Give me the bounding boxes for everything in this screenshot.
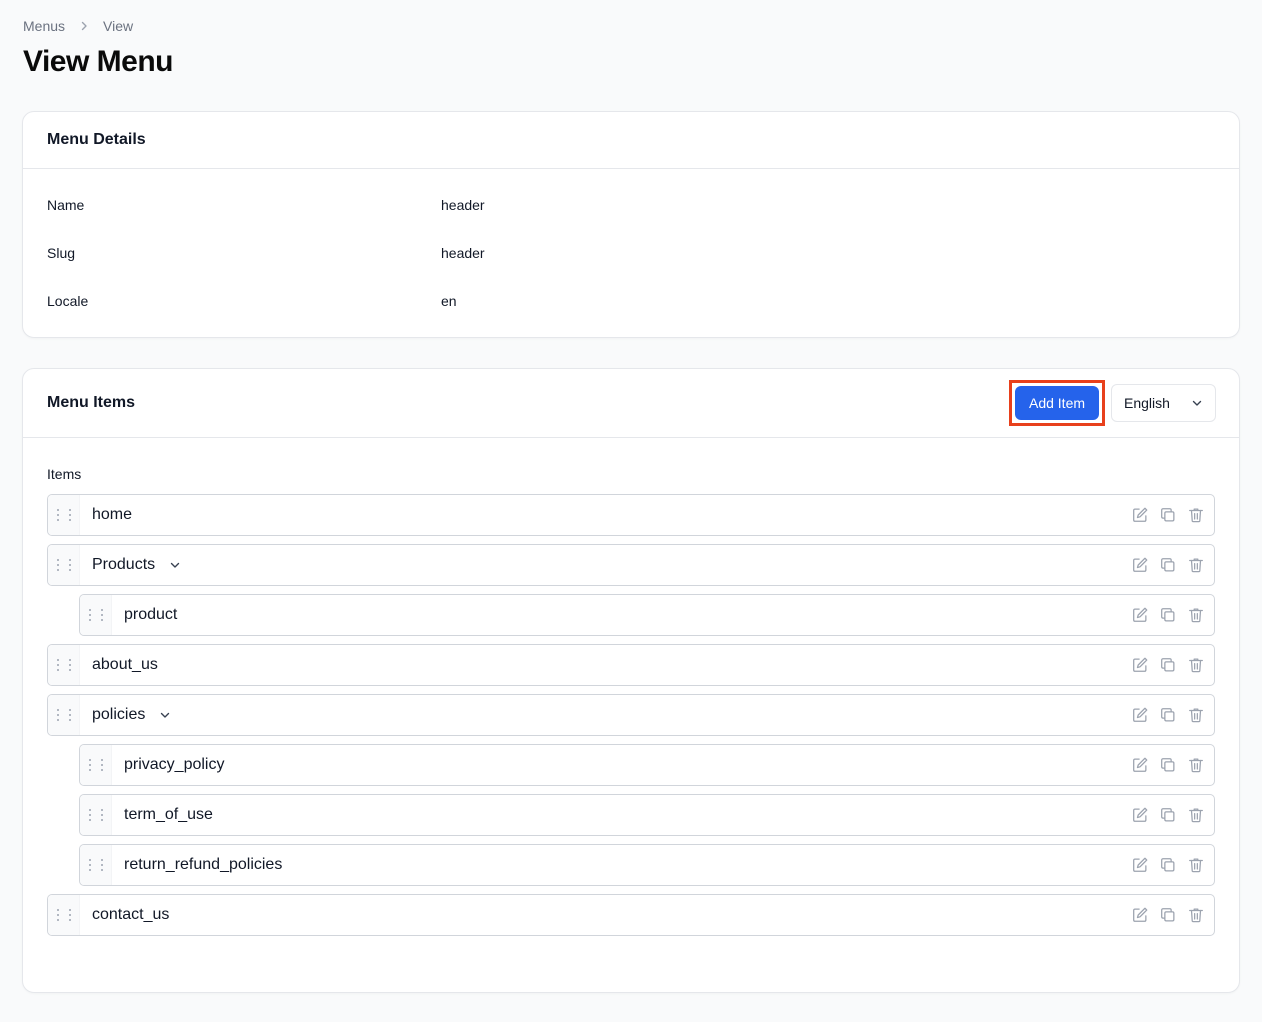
detail-row-locale: Locale en bbox=[47, 291, 1215, 311]
detail-label: Name bbox=[47, 197, 85, 213]
page-title: View Menu bbox=[23, 45, 173, 78]
duplicate-icon[interactable] bbox=[1158, 505, 1178, 525]
menu-item-actions bbox=[1130, 645, 1206, 685]
menu-item-row[interactable]: contact_us bbox=[47, 894, 1215, 936]
duplicate-icon[interactable] bbox=[1158, 905, 1178, 925]
breadcrumb: Menus View bbox=[23, 17, 133, 35]
detail-label: Locale bbox=[47, 293, 89, 309]
menu-item-label: privacy_policy bbox=[124, 756, 225, 773]
drag-handle-icon[interactable] bbox=[80, 595, 112, 635]
detail-value: header bbox=[441, 197, 485, 213]
duplicate-icon[interactable] bbox=[1158, 855, 1178, 875]
edit-icon[interactable] bbox=[1130, 805, 1150, 825]
menu-item-label: home bbox=[92, 506, 133, 523]
menu-details-card: Menu Details Name header Slug header Loc… bbox=[22, 111, 1240, 338]
menu-details-header: Menu Details bbox=[23, 112, 1239, 169]
language-select-value: English bbox=[1124, 395, 1170, 411]
menu-items-header: Menu Items Add Item English bbox=[23, 369, 1239, 438]
delete-icon[interactable] bbox=[1186, 705, 1206, 725]
drag-handle-icon[interactable] bbox=[80, 795, 112, 835]
edit-icon[interactable] bbox=[1130, 505, 1150, 525]
delete-icon[interactable] bbox=[1186, 755, 1206, 775]
edit-icon[interactable] bbox=[1130, 655, 1150, 675]
detail-value: header bbox=[441, 245, 485, 261]
delete-icon[interactable] bbox=[1186, 905, 1206, 925]
menu-item-label: about_us bbox=[92, 656, 158, 673]
drag-handle-icon[interactable] bbox=[48, 695, 80, 735]
menu-item-actions bbox=[1130, 895, 1206, 935]
detail-value: en bbox=[441, 293, 457, 309]
duplicate-icon[interactable] bbox=[1158, 705, 1178, 725]
duplicate-icon[interactable] bbox=[1158, 805, 1178, 825]
delete-icon[interactable] bbox=[1186, 605, 1206, 625]
menu-item-actions bbox=[1130, 545, 1206, 585]
breadcrumb-menus-link[interactable]: Menus bbox=[23, 18, 65, 34]
menu-item-row[interactable]: about_us bbox=[47, 644, 1215, 686]
drag-handle-icon[interactable] bbox=[48, 895, 80, 935]
menu-item-label: Products bbox=[92, 556, 156, 573]
delete-icon[interactable] bbox=[1186, 655, 1206, 675]
menu-item-actions bbox=[1130, 595, 1206, 635]
menu-items-actions: Add Item English bbox=[1009, 380, 1216, 426]
language-select[interactable]: English bbox=[1111, 384, 1216, 422]
menu-item-actions bbox=[1130, 695, 1206, 735]
delete-icon[interactable] bbox=[1186, 855, 1206, 875]
duplicate-icon[interactable] bbox=[1158, 655, 1178, 675]
menu-item-row[interactable]: return_refund_policies bbox=[79, 844, 1215, 886]
chevron-right-icon bbox=[78, 20, 90, 32]
drag-handle-icon[interactable] bbox=[48, 645, 80, 685]
menu-item-label: term_of_use bbox=[124, 806, 213, 823]
menu-item-row[interactable]: privacy_policy bbox=[79, 744, 1215, 786]
edit-icon[interactable] bbox=[1130, 705, 1150, 725]
menu-item-actions bbox=[1130, 495, 1206, 535]
drag-handle-icon[interactable] bbox=[80, 745, 112, 785]
menu-item-label: policies bbox=[92, 706, 146, 723]
edit-icon[interactable] bbox=[1130, 855, 1150, 875]
menu-item-row[interactable]: Products bbox=[47, 544, 1215, 586]
drag-handle-icon[interactable] bbox=[48, 495, 80, 535]
menu-items-card: Menu Items Add Item English Items home Pr… bbox=[22, 368, 1240, 993]
duplicate-icon[interactable] bbox=[1158, 605, 1178, 625]
duplicate-icon[interactable] bbox=[1158, 555, 1178, 575]
detail-label: Slug bbox=[47, 245, 76, 261]
detail-row-slug: Slug header bbox=[47, 243, 1215, 263]
delete-icon[interactable] bbox=[1186, 505, 1206, 525]
drag-handle-icon[interactable] bbox=[48, 545, 80, 585]
delete-icon[interactable] bbox=[1186, 555, 1206, 575]
duplicate-icon[interactable] bbox=[1158, 755, 1178, 775]
expand-chevron-icon[interactable] bbox=[159, 709, 171, 721]
drag-handle-icon[interactable] bbox=[80, 845, 112, 885]
add-item-highlight: Add Item bbox=[1009, 380, 1105, 426]
menu-items-title: Menu Items bbox=[47, 394, 136, 411]
expand-chevron-icon[interactable] bbox=[169, 559, 181, 571]
menu-item-row[interactable]: product bbox=[79, 594, 1215, 636]
menu-item-actions bbox=[1130, 795, 1206, 835]
menu-item-label: contact_us bbox=[92, 906, 170, 923]
edit-icon[interactable] bbox=[1130, 605, 1150, 625]
delete-icon[interactable] bbox=[1186, 805, 1206, 825]
detail-row-name: Name header bbox=[47, 195, 1215, 215]
menu-item-row[interactable]: home bbox=[47, 494, 1215, 536]
items-label: Items bbox=[47, 466, 82, 482]
menu-item-actions bbox=[1130, 745, 1206, 785]
menu-item-row[interactable]: policies bbox=[47, 694, 1215, 736]
menu-item-actions bbox=[1130, 845, 1206, 885]
breadcrumb-current: View bbox=[103, 18, 134, 34]
menu-details-title: Menu Details bbox=[47, 131, 146, 148]
menu-item-label: product bbox=[124, 606, 178, 623]
edit-icon[interactable] bbox=[1130, 555, 1150, 575]
edit-icon[interactable] bbox=[1130, 755, 1150, 775]
add-item-button[interactable]: Add Item bbox=[1015, 386, 1099, 420]
chevron-down-icon bbox=[1191, 397, 1203, 409]
edit-icon[interactable] bbox=[1130, 905, 1150, 925]
menu-item-label: return_refund_policies bbox=[124, 856, 283, 873]
menu-item-row[interactable]: term_of_use bbox=[79, 794, 1215, 836]
